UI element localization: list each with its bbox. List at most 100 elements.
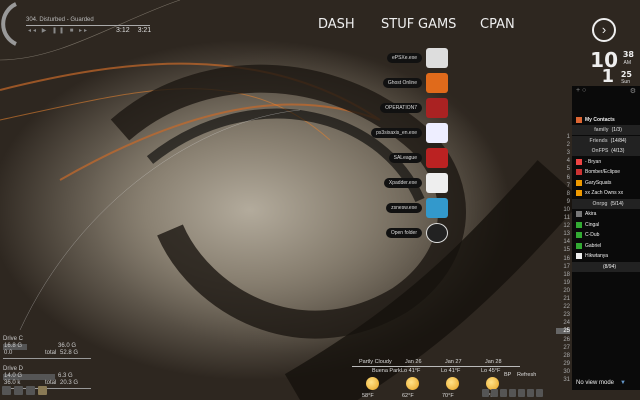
drive-total: 20.3 G (60, 380, 79, 386)
calendar-day[interactable]: 22 (556, 304, 570, 310)
calendar-day[interactable]: 2 (556, 142, 570, 148)
window-icon[interactable] (426, 123, 448, 143)
launcher-label: SALeague (388, 153, 422, 163)
calendar-day[interactable]: 7 (556, 183, 570, 189)
folder-icon[interactable] (38, 386, 47, 395)
launcher-label: OPERATION7 (380, 103, 422, 113)
clock-minute: 38 (622, 50, 634, 59)
nav-cpan[interactable]: CPAN (480, 17, 515, 32)
calendar-day[interactable]: 5 (556, 166, 570, 172)
contact-group[interactable]: family (1/3) (572, 125, 640, 135)
contact-item[interactable]: xx Zach Owns xx (572, 188, 640, 198)
add-contact-button[interactable]: + ○ (576, 87, 586, 94)
calendar-day[interactable]: 3 (556, 150, 570, 156)
launcher-item[interactable]: SALeague (388, 148, 448, 168)
gamepad-icon[interactable] (426, 48, 448, 68)
drive-free: 6.3 G (58, 373, 73, 379)
calendar-day[interactable]: 6 (556, 175, 570, 181)
tray-icon[interactable] (500, 389, 507, 397)
launcher-item[interactable]: ePSXe.exe (386, 48, 448, 68)
calendar-day[interactable]: 19 (556, 280, 570, 286)
calendar-day[interactable]: 1 (556, 134, 570, 140)
contact-item[interactable]: Hikwtanya (572, 251, 640, 261)
calendar-day[interactable]: 28 (556, 353, 570, 359)
nav-gams[interactable]: GAMS (418, 17, 456, 32)
contact-group[interactable]: (8/94) (572, 261, 640, 272)
launcher-item[interactable]: Ghost Online (382, 73, 448, 93)
launcher-item[interactable]: ps3sixaxis_en.exe (371, 123, 448, 143)
contact-item[interactable]: - Bryan (572, 157, 640, 167)
contact-item[interactable]: C-Dub (572, 230, 640, 240)
contact-name: xx Zach Owns xx (585, 190, 624, 196)
contact-group[interactable]: Friends (14/84) (572, 135, 640, 146)
calendar-day[interactable]: 10 (556, 207, 570, 213)
contact-item[interactable]: GarySquats (572, 178, 640, 188)
network-icon[interactable] (14, 386, 23, 395)
calendar-day[interactable]: 27 (556, 345, 570, 351)
tray-icon[interactable] (518, 389, 525, 397)
calendar-day[interactable]: 16 (556, 256, 570, 262)
contact-item[interactable]: Akira (572, 209, 640, 219)
tray-icon[interactable] (527, 389, 534, 397)
view-mode-bar: No view mode ▼ (572, 378, 640, 388)
tray-icon[interactable] (482, 389, 489, 397)
saleague-icon[interactable] (426, 148, 448, 168)
calendar-day[interactable]: 24 (556, 320, 570, 326)
drive-name: Drive D (3, 366, 24, 372)
settings-icon[interactable]: ⚙ (630, 87, 636, 95)
calendar-day[interactable]: 4 (556, 158, 570, 164)
firefox-icon[interactable] (426, 73, 448, 93)
calendar-day[interactable]: 17 (556, 264, 570, 270)
tray-icon[interactable] (536, 389, 543, 397)
tray-icon[interactable] (491, 389, 498, 397)
nav-stuf[interactable]: STUF (381, 17, 414, 32)
clock-weekday: Sun (621, 79, 630, 85)
calendar-day[interactable]: 13 (556, 231, 570, 237)
contact-group[interactable]: Onrpg (5/14) (572, 198, 640, 209)
calendar-day[interactable]: 30 (556, 369, 570, 375)
playback-controls[interactable]: ◂◂ ▶ ❚❚ ■ ▸▸ (28, 27, 89, 34)
calendar-day[interactable]: 25 (556, 328, 570, 335)
contact-item[interactable]: Cingal (572, 220, 640, 230)
calendar-day[interactable]: 9 (556, 199, 570, 205)
filter-icon[interactable]: ▼ (620, 380, 626, 386)
calendar-day[interactable]: 31 (556, 377, 570, 383)
calendar-day[interactable]: 20 (556, 288, 570, 294)
status-icon (576, 179, 582, 186)
drive-total: 52.8 G (60, 350, 79, 356)
computer-icon[interactable] (2, 386, 11, 395)
calendar-day[interactable]: 12 (556, 223, 570, 229)
tray-icon[interactable] (509, 389, 516, 397)
recycle-icon[interactable] (26, 386, 35, 395)
calendar-day[interactable]: 21 (556, 296, 570, 302)
xpadder-icon[interactable] (426, 173, 448, 193)
launcher-item[interactable]: zsnesw.exe (386, 198, 448, 218)
operation7-icon[interactable] (426, 98, 448, 118)
forecast-day: Jan 27 (445, 359, 462, 365)
launcher-item[interactable]: Open folder (385, 223, 448, 243)
calendar-day[interactable]: 18 (556, 272, 570, 278)
weather-refresh-button[interactable]: Refresh (517, 372, 536, 378)
launcher-item[interactable]: OPERATION7 (380, 98, 448, 118)
weather-bp-button[interactable]: BP (504, 372, 511, 378)
contact-name: - Bryan (585, 158, 602, 165)
open-folder-icon[interactable] (426, 223, 448, 243)
contact-item[interactable]: Gabriel (572, 241, 640, 251)
calendar-day[interactable]: 11 (556, 215, 570, 221)
calendar-day[interactable]: 14 (556, 239, 570, 245)
calendar-day[interactable]: 23 (556, 312, 570, 318)
nav-dash[interactable]: DASH (318, 17, 355, 32)
calendar-day[interactable]: 29 (556, 361, 570, 367)
contact-item[interactable]: Bomber/Eclipse (572, 167, 640, 177)
contact-group[interactable]: OnFPS (4/13) (572, 146, 640, 156)
playback-progress[interactable] (26, 25, 150, 26)
calendar-day[interactable]: 26 (556, 337, 570, 343)
launcher-item[interactable]: Xpadder.exe (383, 173, 448, 193)
view-mode-label[interactable]: No view mode (576, 380, 614, 386)
launcher-label: Xpadder.exe (383, 178, 422, 188)
calendar-day[interactable]: 15 (556, 247, 570, 253)
calendar-day[interactable]: 8 (556, 191, 570, 197)
contacts-header[interactable]: My Contacts (572, 115, 640, 125)
contacts-icon (576, 117, 582, 123)
zsnes-icon[interactable] (426, 198, 448, 218)
